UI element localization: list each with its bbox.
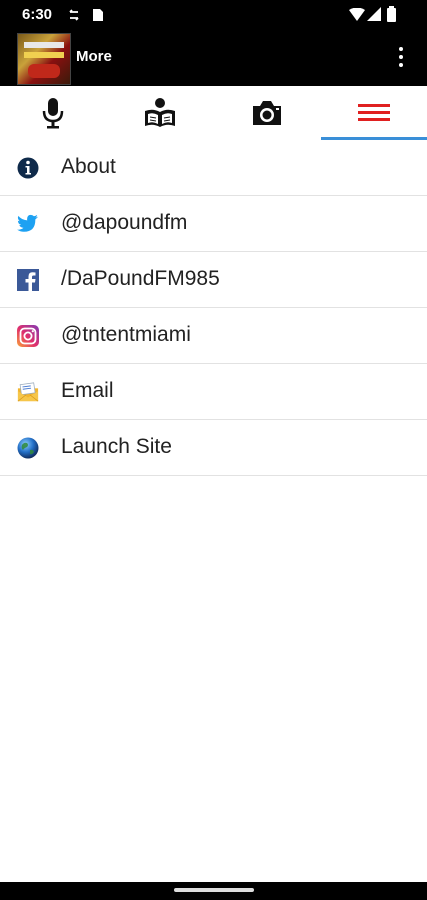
instagram-icon — [17, 325, 39, 347]
menu-item-email[interactable]: Email — [0, 364, 427, 420]
menu-item-label: /DaPoundFM985 — [61, 267, 220, 290]
menu-item-instagram[interactable]: @tntentmiami — [0, 308, 427, 364]
menu-item-label: @dapoundfm — [61, 211, 188, 234]
menu-item-label: @tntentmiami — [61, 323, 191, 346]
twitter-icon — [17, 214, 39, 232]
battery-icon — [387, 6, 396, 22]
sim-card-icon — [93, 9, 103, 21]
status-time: 6:30 — [22, 6, 53, 23]
info-icon — [17, 157, 39, 179]
microphone-icon — [42, 98, 64, 129]
menu-item-label: Email — [61, 379, 114, 402]
more-vert-icon[interactable] — [389, 44, 413, 72]
email-icon — [17, 382, 39, 402]
menu-item-launch-site[interactable]: Launch Site — [0, 420, 427, 476]
menu-item-twitter[interactable]: @dapoundfm — [0, 196, 427, 252]
signal-icon — [367, 7, 381, 21]
menu-item-label: Launch Site — [61, 435, 172, 458]
menu-item-facebook[interactable]: /DaPoundFM985 — [0, 252, 427, 308]
sync-icon — [69, 9, 79, 21]
facebook-icon — [17, 269, 39, 291]
menu-item-label: About — [61, 155, 116, 178]
reader-icon — [145, 98, 175, 127]
status-bar: 6:30 — [0, 0, 427, 30]
tab-news[interactable] — [107, 86, 213, 140]
app-bar: More — [0, 30, 427, 86]
home-gesture-handle[interactable] — [174, 888, 254, 892]
tab-more[interactable] — [321, 86, 427, 140]
more-menu-list: About @dapoundfm /DaPoundFM985 @tntentmi… — [0, 140, 427, 476]
system-navigation-bar — [0, 882, 427, 900]
wifi-icon — [349, 8, 365, 21]
tab-photos[interactable] — [214, 86, 320, 140]
tab-live[interactable] — [0, 86, 106, 140]
globe-icon — [17, 437, 39, 459]
tab-bar — [0, 86, 427, 140]
camera-icon — [253, 101, 281, 125]
page-title: More — [76, 48, 112, 65]
menu-item-about[interactable]: About — [0, 140, 427, 196]
hamburger-menu-icon — [358, 104, 390, 121]
station-logo — [17, 33, 71, 85]
